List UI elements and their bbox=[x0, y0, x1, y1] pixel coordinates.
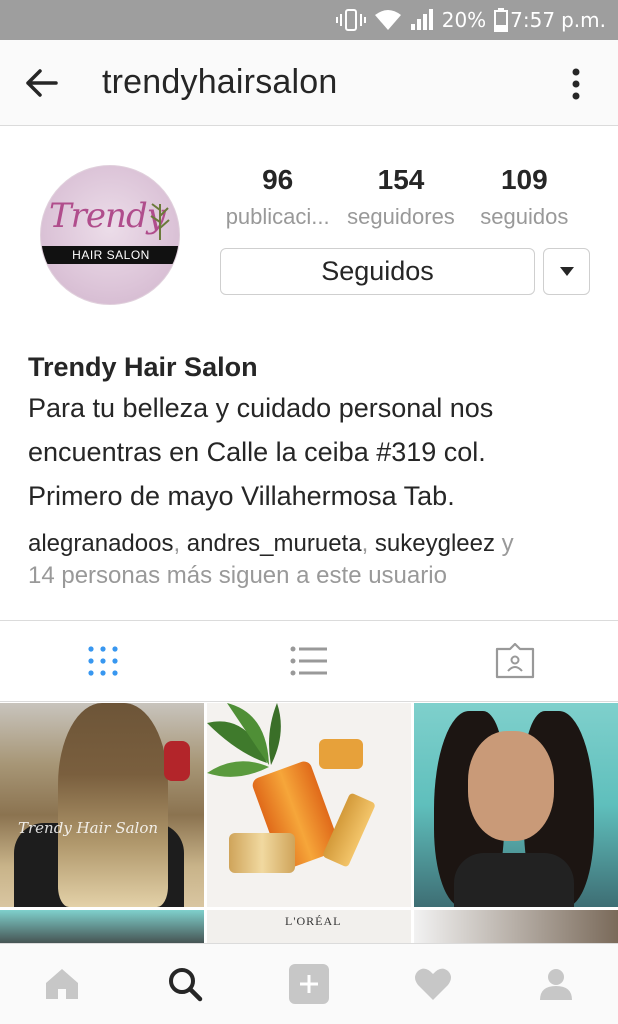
nav-add-post[interactable] bbox=[247, 944, 371, 1024]
battery-icon bbox=[494, 8, 509, 32]
thumbnail-brand-text: L'ORÉAL bbox=[285, 914, 342, 928]
profile-view-tabs bbox=[0, 620, 618, 702]
stat-followers-count: 154 bbox=[377, 164, 425, 195]
avatar-logo-band: HAIR SALON bbox=[41, 246, 179, 264]
home-icon bbox=[45, 969, 78, 999]
post-thumbnail[interactable]: Trendy Hair Salon bbox=[0, 703, 204, 907]
stat-following[interactable]: 109 seguidos bbox=[463, 163, 586, 237]
profile-bio: Trendy Hair Salon Para tu belleza y cuid… bbox=[28, 348, 598, 518]
stat-posts-count: 96 bbox=[262, 164, 294, 195]
thumbnail-body bbox=[454, 853, 574, 907]
nav-profile[interactable] bbox=[494, 944, 618, 1024]
clock-ampm: p.m. bbox=[561, 8, 606, 32]
battery-percent: 20% bbox=[441, 8, 487, 32]
avatar-logo-script: Trendy bbox=[49, 196, 166, 236]
profile-display-name: Trendy Hair Salon bbox=[28, 352, 258, 382]
separator: , bbox=[361, 530, 375, 557]
stat-posts-label: publicaci... bbox=[225, 204, 330, 229]
leaf-icon bbox=[150, 203, 170, 240]
nav-activity[interactable] bbox=[371, 944, 495, 1024]
status-bar: 20% 7:57 p.m. bbox=[0, 0, 618, 40]
profile-header: Trendy HAIR SALON 96 publicaci... 154 se… bbox=[0, 127, 618, 619]
tail-connector: y bbox=[495, 530, 514, 557]
thumbnail-watermark: Trendy Hair Salon bbox=[18, 819, 159, 837]
tagged-photos-icon bbox=[495, 643, 535, 679]
bio-line: Para tu belleza y cuidado personal nos bbox=[28, 393, 494, 423]
search-icon bbox=[169, 968, 203, 1002]
thumbnail-hair bbox=[58, 703, 168, 907]
followed-by-user-link[interactable]: sukeygleez bbox=[375, 530, 495, 557]
post-thumbnail[interactable] bbox=[207, 703, 411, 907]
post-thumbnail[interactable]: L'ORÉAL bbox=[207, 910, 411, 943]
separator: , bbox=[173, 530, 187, 557]
thumbnail-face bbox=[468, 731, 554, 841]
followed-by-note: alegranadoos, andres_murueta, sukeygleez… bbox=[28, 528, 598, 592]
photo-grid: Trendy Hair Salon L'ORÉAL bbox=[0, 703, 618, 943]
suggestions-dropdown-button[interactable] bbox=[543, 248, 590, 295]
stat-followers-label: seguidores bbox=[347, 204, 455, 229]
profile-username-title: trendyhairsalon bbox=[102, 63, 338, 101]
more-vertical-icon bbox=[572, 68, 580, 100]
nav-home[interactable] bbox=[0, 944, 124, 1024]
vibrate-icon bbox=[335, 8, 366, 32]
add-post-icon bbox=[288, 964, 329, 1004]
thumbnail-product bbox=[229, 833, 295, 873]
cell-signal-icon bbox=[410, 9, 434, 31]
followed-by-tail[interactable]: 14 personas más siguen a este usuario bbox=[28, 562, 447, 589]
grid-icon bbox=[88, 646, 118, 676]
following-button[interactable]: Seguidos bbox=[220, 248, 535, 295]
back-button[interactable] bbox=[0, 40, 84, 126]
nav-search[interactable] bbox=[124, 944, 248, 1024]
clock-time: 7:57 bbox=[510, 8, 556, 32]
heart-icon bbox=[414, 968, 451, 1000]
bottom-navigation bbox=[0, 943, 618, 1024]
wifi-icon bbox=[374, 9, 402, 31]
more-options-button[interactable] bbox=[556, 62, 596, 106]
profile-stats: 96 publicaci... 154 seguidores 109 segui… bbox=[216, 163, 586, 237]
bio-line: Primero de mayo Villahermosa Tab. bbox=[28, 481, 455, 511]
app-bar: trendyhairsalon bbox=[0, 40, 618, 126]
profile-avatar[interactable]: Trendy HAIR SALON bbox=[40, 165, 180, 305]
followed-by-user-link[interactable]: alegranadoos bbox=[28, 530, 173, 557]
bio-line: encuentras en Calle la ceiba #319 col. bbox=[28, 437, 486, 467]
profile-icon bbox=[540, 969, 573, 1000]
post-thumbnail[interactable] bbox=[414, 910, 618, 943]
thumbnail-product bbox=[319, 739, 363, 769]
stat-posts[interactable]: 96 publicaci... bbox=[216, 163, 339, 237]
post-thumbnail[interactable] bbox=[0, 910, 204, 943]
stat-followers[interactable]: 154 seguidores bbox=[339, 163, 462, 237]
thumbnail-hair-dryer bbox=[164, 741, 190, 781]
tab-grid[interactable] bbox=[0, 621, 206, 701]
post-thumbnail[interactable] bbox=[414, 703, 618, 907]
followed-by-user-link[interactable]: andres_murueta bbox=[187, 530, 362, 557]
stat-following-count: 109 bbox=[500, 164, 548, 195]
caret-down-icon bbox=[559, 267, 574, 276]
tab-list[interactable] bbox=[206, 621, 412, 701]
list-icon bbox=[290, 646, 327, 676]
arrow-left-icon bbox=[26, 68, 58, 97]
tab-tagged[interactable] bbox=[412, 621, 618, 701]
stat-following-label: seguidos bbox=[480, 204, 569, 229]
